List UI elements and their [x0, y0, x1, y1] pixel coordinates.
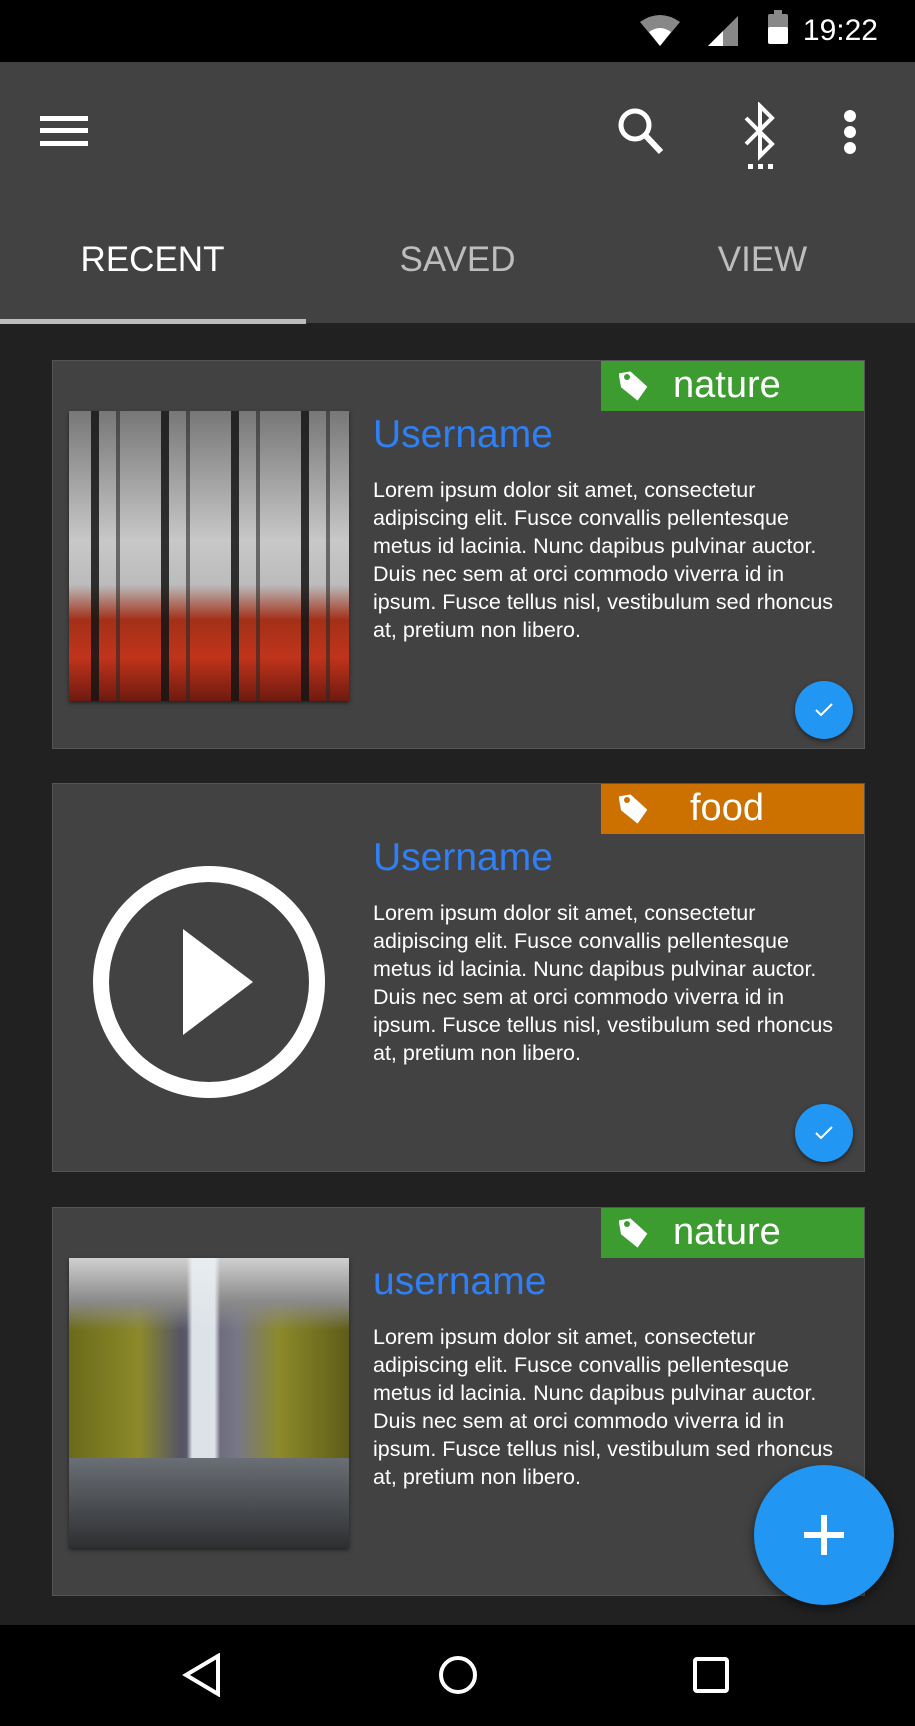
tab-saved[interactable]: SAVED	[305, 240, 610, 280]
username[interactable]: username	[373, 1260, 546, 1304]
post-card[interactable]: nature username Lorem ipsum dolor sit am…	[52, 1207, 865, 1596]
waterfall-river	[69, 1458, 349, 1548]
saved-check-button[interactable]	[795, 1104, 853, 1162]
check-icon	[815, 703, 833, 717]
navigation-bar	[0, 1625, 915, 1726]
tab-view[interactable]: VIEW	[610, 240, 915, 280]
plus-icon	[804, 1515, 844, 1555]
status-bar: 19:22	[0, 0, 915, 62]
saved-check-button[interactable]	[795, 681, 853, 739]
battery-icon	[768, 10, 788, 44]
tab-recent[interactable]: RECENT	[0, 240, 305, 280]
bluetooth-searching-icon[interactable]	[738, 102, 782, 170]
app-bar: RECENT SAVED VIEW	[0, 62, 915, 324]
post-text: Lorem ipsum dolor sit amet, consectetur …	[373, 901, 834, 1065]
tag-badge[interactable]: food	[601, 784, 864, 834]
post-text: Lorem ipsum dolor sit amet, consectetur …	[373, 478, 834, 642]
wifi-icon	[640, 15, 680, 46]
play-video-icon[interactable]	[91, 864, 327, 1100]
check-icon	[815, 1126, 833, 1140]
tag-badge[interactable]: nature	[601, 1208, 864, 1258]
tag-badge[interactable]: nature	[601, 361, 864, 411]
more-vert-icon[interactable]	[843, 110, 857, 154]
post-card[interactable]: nature Username Lorem ipsum dolor sit am…	[52, 360, 865, 749]
forest-image[interactable]	[69, 411, 349, 701]
home-icon[interactable]	[438, 1655, 478, 1695]
back-icon[interactable]	[182, 1653, 222, 1697]
tag-icon	[619, 794, 648, 824]
post-card[interactable]: food Username Lorem ipsum dolor sit amet…	[52, 783, 865, 1172]
tag-label: nature	[673, 364, 781, 406]
tag-icon	[619, 371, 648, 401]
menu-icon[interactable]	[40, 116, 88, 146]
recents-icon[interactable]	[693, 1657, 729, 1693]
tag-label: food	[690, 787, 764, 829]
username[interactable]: Username	[373, 413, 553, 457]
search-icon[interactable]	[616, 106, 666, 156]
username[interactable]: Username	[373, 836, 553, 880]
clock: 19:22	[802, 14, 878, 47]
add-post-button[interactable]	[754, 1465, 894, 1605]
signal-icon	[708, 16, 738, 46]
tab-indicator	[0, 319, 306, 324]
tag-label: nature	[673, 1211, 781, 1253]
tag-icon	[619, 1218, 648, 1248]
post-text: Lorem ipsum dolor sit amet, consectetur …	[373, 1325, 834, 1489]
